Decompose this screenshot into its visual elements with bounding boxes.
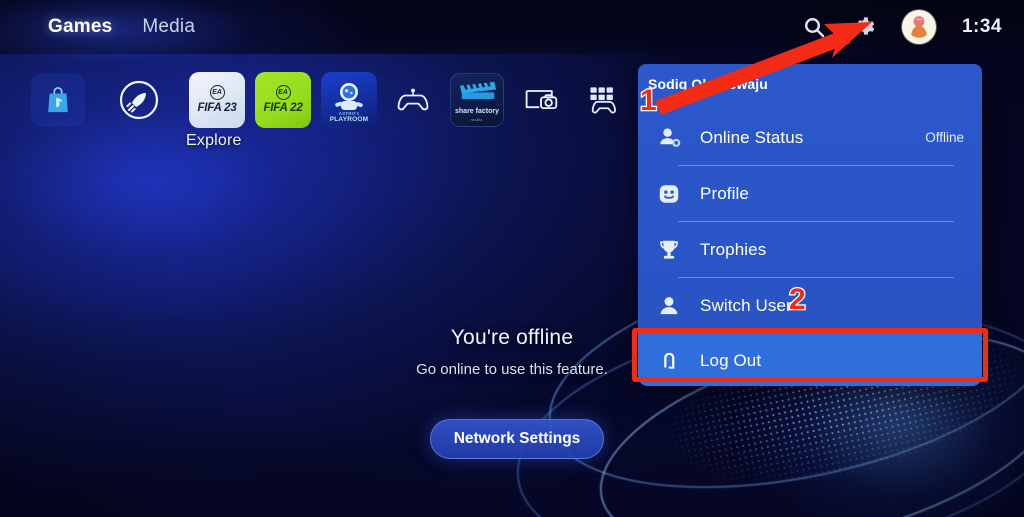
top-navigation-bar: Games Media 1:34 bbox=[0, 0, 1024, 54]
menu-item-label: Trophies bbox=[700, 239, 767, 259]
menu-item-profile[interactable]: Profile bbox=[638, 166, 982, 221]
profile-face-icon bbox=[654, 179, 684, 209]
online-status-icon bbox=[654, 123, 684, 153]
profile-menu-list: Online Status Offline Profile Trophies S… bbox=[638, 110, 982, 386]
clapperboard-icon bbox=[458, 80, 498, 106]
explore-tile[interactable] bbox=[94, 73, 184, 127]
menu-item-switch-user[interactable]: Switch User bbox=[638, 278, 982, 333]
ea-logo-icon: EA bbox=[209, 85, 225, 101]
ea-logo-icon: EA bbox=[275, 85, 291, 101]
switch-user-icon bbox=[654, 291, 684, 321]
menu-item-label: Online Status bbox=[700, 127, 804, 147]
clock: 1:34 bbox=[961, 16, 1002, 37]
network-settings-button[interactable]: Network Settings bbox=[430, 419, 604, 459]
fifa22-title: FIFA 22 bbox=[263, 102, 303, 115]
tab-games[interactable]: Games bbox=[48, 16, 112, 38]
trophy-icon bbox=[654, 235, 684, 265]
tab-media[interactable]: Media bbox=[142, 16, 195, 38]
network-settings-label: Network Settings bbox=[453, 430, 581, 447]
menu-item-trophies[interactable]: Trophies bbox=[638, 222, 982, 277]
astro-bot-icon bbox=[329, 81, 369, 120]
menu-item-label: Log Out bbox=[700, 350, 762, 370]
menu-item-label: Profile bbox=[700, 183, 749, 203]
topbar-right-cluster: 1:34 bbox=[802, 0, 1002, 54]
ps-store-tile[interactable] bbox=[22, 73, 94, 127]
profile-menu-panel: Sodiq Olanrewaju Online Status Offline P… bbox=[638, 64, 982, 386]
search-icon[interactable] bbox=[802, 15, 826, 39]
online-status-value: Offline bbox=[925, 130, 964, 145]
menu-item-label: Switch User bbox=[700, 295, 792, 315]
explore-label: Explore bbox=[186, 132, 242, 149]
gear-icon[interactable] bbox=[852, 15, 876, 39]
sharefactory-title: share factory bbox=[455, 108, 499, 115]
menu-item-log-out[interactable]: Log Out bbox=[638, 333, 982, 386]
fifa22-tile[interactable]: EA FIFA 22 bbox=[250, 72, 316, 128]
astros-playroom-tile[interactable]: ASTRO's PLAYROOM bbox=[316, 72, 382, 128]
sharefactory-tile[interactable]: share factory studio bbox=[444, 73, 510, 127]
avatar[interactable] bbox=[901, 10, 936, 44]
log-out-icon bbox=[654, 346, 684, 376]
game-icon-row: EA FIFA 23 EA FIFA 22 ASTRO's PLAYROOM s… bbox=[22, 60, 634, 140]
fifa23-tile[interactable]: EA FIFA 23 bbox=[184, 72, 250, 128]
controller-tile[interactable] bbox=[382, 73, 444, 127]
screen-capture-tile[interactable] bbox=[510, 73, 572, 127]
game-library-tile[interactable] bbox=[572, 73, 634, 127]
sharefactory-subtitle: studio bbox=[471, 118, 483, 122]
menu-item-online-status[interactable]: Online Status Offline bbox=[638, 110, 982, 165]
panel-user-name: Sodiq Olanrewaju bbox=[648, 76, 768, 92]
fifa23-title: FIFA 23 bbox=[197, 102, 237, 115]
nav-tabs: Games Media bbox=[48, 16, 195, 38]
ps5-home-screen: Games Media 1:34 EA FIFA 23 EA FIFA 22 A… bbox=[0, 0, 1024, 517]
